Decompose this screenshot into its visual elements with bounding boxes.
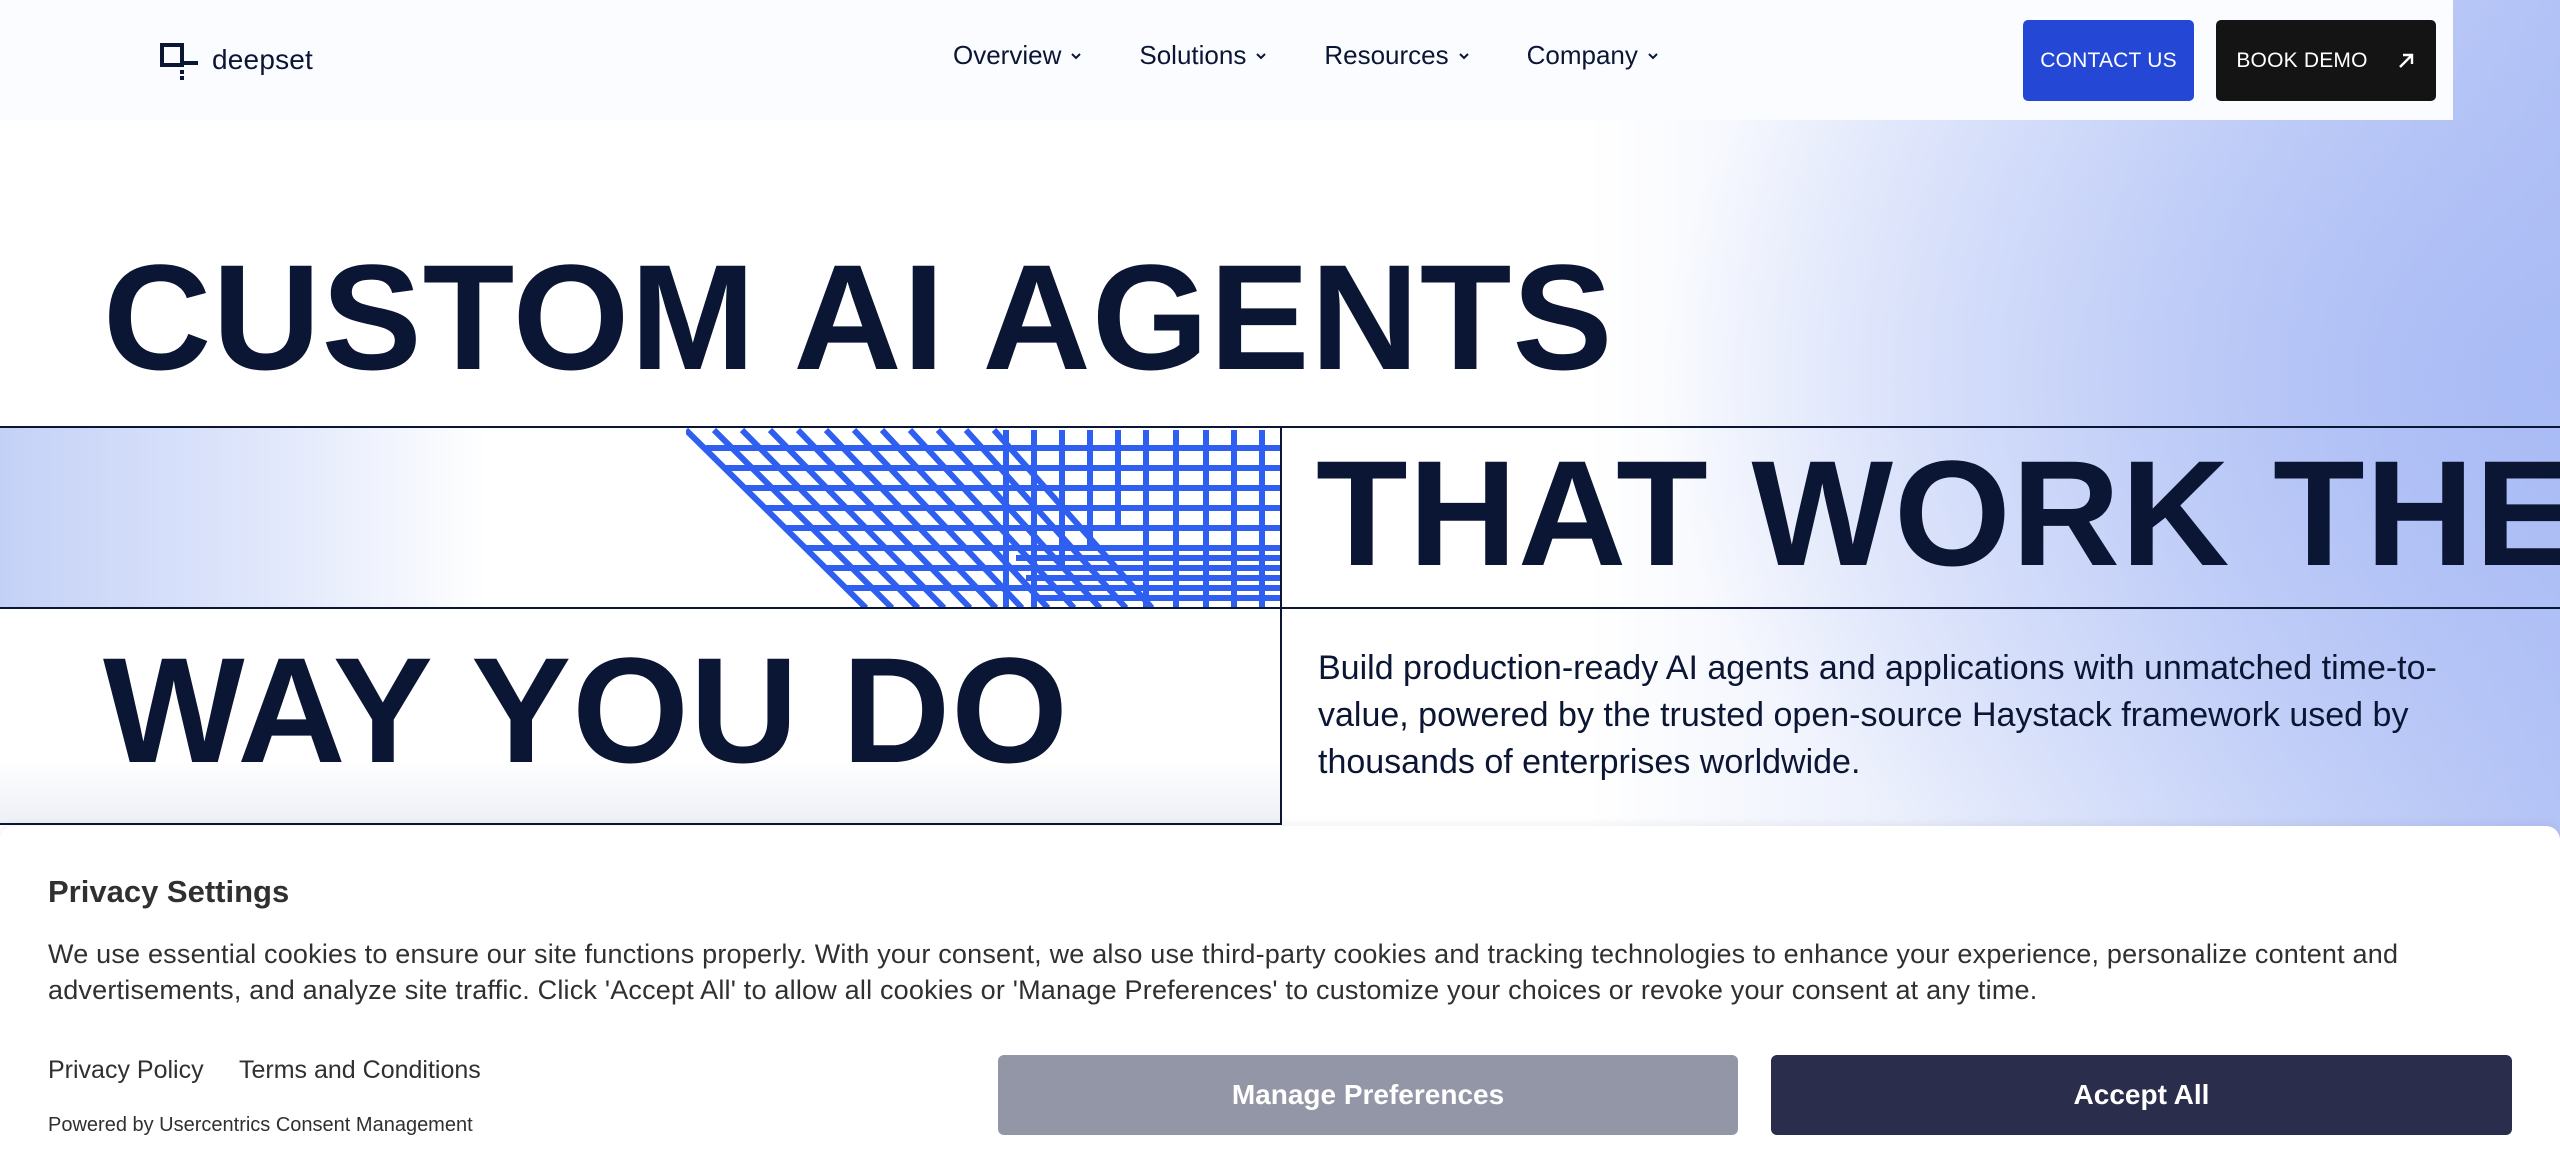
site-header: deepset Overview Solutions Resources Com…	[0, 0, 2453, 120]
chevron-down-icon	[1256, 52, 1267, 59]
chevron-down-icon	[1648, 52, 1658, 59]
arrow-up-right-icon	[2398, 53, 2413, 68]
terms-and-conditions-link[interactable]: Terms and Conditions	[239, 1056, 481, 1085]
divider-bottom	[0, 823, 1282, 825]
nav-label: Overview	[953, 40, 1062, 70]
cookie-title: Privacy Settings	[48, 874, 290, 909]
hero-headline-line-3: WAY YOU DO	[103, 626, 1069, 794]
manage-preferences-button[interactable]: Manage Preferences	[998, 1055, 1738, 1135]
logo[interactable]: deepset	[160, 40, 313, 80]
blue-grid-graphic	[686, 428, 1280, 608]
nav-resources[interactable]: Resources	[1324, 40, 1470, 71]
privacy-policy-link[interactable]: Privacy Policy	[48, 1056, 204, 1085]
hero-subtitle: Build production-ready AI agents and app…	[1318, 649, 2437, 781]
nav-overview[interactable]: Overview	[953, 40, 1083, 71]
main-nav: Overview Solutions Resources Company	[953, 40, 1660, 71]
deepset-logo-icon	[160, 43, 198, 80]
nav-company[interactable]: Company	[1527, 40, 1660, 71]
hero-headline-line-2: THAT WORK THE	[1316, 429, 2560, 597]
accept-all-button[interactable]: Accept All	[1771, 1055, 2512, 1135]
nav-label: Solutions	[1139, 40, 1247, 70]
chevron-down-icon	[1458, 52, 1469, 59]
divider-vertical	[1280, 427, 1282, 825]
nav-solutions[interactable]: Solutions	[1139, 40, 1268, 71]
nav-label: Resources	[1324, 40, 1449, 70]
nav-label: Company	[1526, 40, 1638, 70]
book-demo-button[interactable]: BOOK DEMO	[2216, 20, 2436, 101]
logo-text: deepset	[212, 44, 314, 75]
book-demo-label: BOOK DEMO	[2236, 48, 2368, 72]
contact-us-button[interactable]: CONTACT US	[2023, 20, 2194, 101]
cookie-consent-banner: Privacy Settings We use essential cookie…	[0, 826, 2560, 1162]
hero-headline-line-1: CUSTOM AI AGENTS	[103, 233, 1614, 401]
powered-by-text: Powered by Usercentrics Consent Manageme…	[48, 1114, 473, 1136]
chevron-down-icon	[1071, 52, 1082, 59]
cookie-description: We use essential cookies to ensure our s…	[48, 939, 2399, 1005]
page: deepset Overview Solutions Resources Com…	[0, 0, 2560, 1162]
